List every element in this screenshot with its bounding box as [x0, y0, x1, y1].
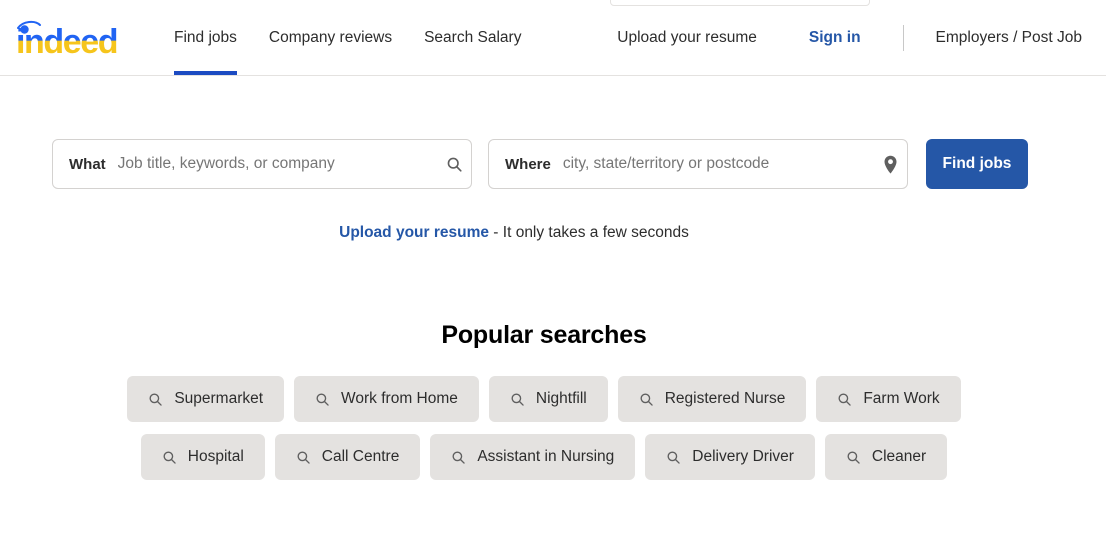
popular-search-chip[interactable]: Hospital	[140, 434, 265, 480]
chip-label: Hospital	[187, 448, 244, 465]
search-form: What Where Find jobs	[0, 139, 1106, 189]
chip-label: Delivery Driver	[692, 448, 794, 465]
popular-search-chip[interactable]: Call Centre	[274, 434, 421, 480]
site-header: indeed Find jobs Company reviews Search …	[0, 0, 1106, 76]
search-icon	[437, 156, 471, 173]
popular-search-chip[interactable]: Nightfill	[488, 376, 608, 422]
search-icon	[451, 450, 466, 465]
where-label: Where	[505, 155, 551, 173]
search-icon	[315, 392, 330, 407]
chip-label: Farm Work	[863, 390, 940, 407]
popular-search-chip[interactable]: Registered Nurse	[617, 376, 807, 422]
nav-company-reviews[interactable]: Company reviews	[253, 0, 408, 75]
search-icon	[639, 392, 654, 407]
indeed-logo-icon: indeed	[16, 20, 119, 59]
resume-promo: Upload your resume - It only takes a few…	[0, 189, 1106, 242]
search-icon	[296, 450, 311, 465]
popular-search-chip[interactable]: Cleaner	[824, 434, 948, 480]
popular-searches-row-2: Hospital Call Centre Assistant in Nursin…	[0, 434, 1088, 480]
popular-searches-title: Popular searches	[441, 321, 647, 349]
find-jobs-button[interactable]: Find jobs	[926, 139, 1028, 189]
search-icon	[148, 392, 163, 407]
search-icon	[846, 450, 861, 465]
search-icon	[162, 450, 177, 465]
nav-search-salary[interactable]: Search Salary	[408, 0, 537, 75]
chip-label: Work from Home	[341, 390, 458, 407]
popular-search-chip[interactable]: Assistant in Nursing	[430, 434, 636, 480]
search-input-where[interactable]	[562, 141, 873, 187]
where-field[interactable]: Where	[488, 139, 908, 189]
chip-label: Registered Nurse	[664, 390, 786, 407]
search-icon	[837, 392, 852, 407]
what-label: What	[69, 155, 106, 173]
location-pin-icon	[873, 155, 907, 174]
popular-search-chip[interactable]: Delivery Driver	[645, 434, 815, 480]
search-icon	[510, 392, 525, 407]
search-icon	[666, 450, 681, 465]
nav-upload-resume[interactable]: Upload your resume	[601, 29, 773, 47]
nav-divider	[902, 24, 904, 51]
popular-searches-row-1: Supermarket Work from Home Nightfill Reg…	[0, 376, 1088, 422]
chip-label: Assistant in Nursing	[477, 448, 615, 465]
svg-text:indeed: indeed	[16, 23, 117, 59]
popular-search-chip[interactable]: Supermarket	[127, 376, 285, 422]
popular-search-chip[interactable]: Work from Home	[294, 376, 479, 422]
upload-resume-link[interactable]: Upload your resume	[339, 224, 489, 241]
nav-employers-post-job[interactable]: Employers / Post Job	[920, 29, 1090, 47]
chip-label: Call Centre	[321, 448, 400, 465]
what-field[interactable]: What	[52, 139, 472, 189]
popular-searches-section: Popular searches Supermarket Work from H…	[0, 242, 1106, 480]
search-input-what[interactable]	[117, 141, 437, 187]
resume-promo-text: - It only takes a few seconds	[489, 224, 689, 241]
indeed-logo[interactable]: indeed	[14, 19, 132, 59]
chip-label: Cleaner	[871, 448, 927, 465]
secondary-nav: Upload your resume Sign in Employers / P…	[601, 0, 1090, 75]
primary-nav: Find jobs Company reviews Search Salary	[158, 0, 537, 75]
nav-sign-in[interactable]: Sign in	[773, 29, 877, 47]
chip-label: Nightfill	[535, 390, 587, 407]
job-search-section: What Where Find jobs Upload your resume	[0, 76, 1106, 242]
nav-find-jobs[interactable]: Find jobs	[158, 0, 253, 75]
chip-label: Supermarket	[174, 390, 264, 407]
popular-search-chip[interactable]: Farm Work	[816, 376, 961, 422]
